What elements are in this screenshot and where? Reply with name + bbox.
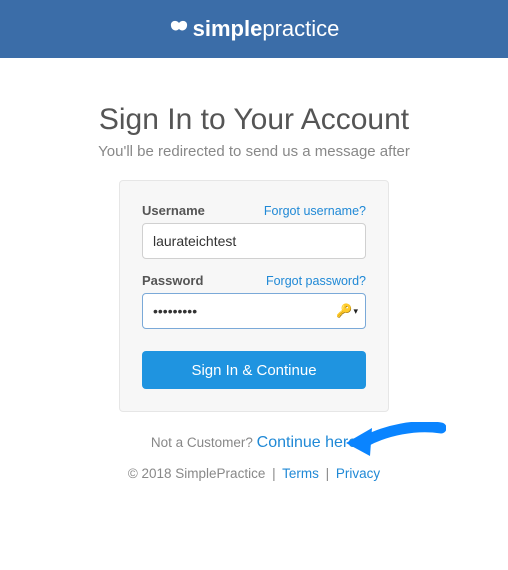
privacy-link[interactable]: Privacy [336,466,380,481]
separator: | [326,466,330,481]
brand-prefix: simple [193,16,263,41]
terms-link[interactable]: Terms [282,466,319,481]
password-group: Password Forgot password? 🔑▾ [142,273,366,329]
separator: | [272,466,276,481]
continue-here-link[interactable]: Continue here [257,434,358,451]
callout-arrow-icon [346,422,446,460]
username-label: Username [142,203,205,218]
copyright-text: © 2018 SimplePractice [128,466,266,481]
signin-card: Username Forgot username? Password Forgo… [119,180,389,412]
page-subtitle: You'll be redirected to send us a messag… [0,143,508,160]
page-content: Sign In to Your Account You'll be redire… [0,58,508,481]
page-title: Sign In to Your Account [0,103,508,137]
brand-text: simplepractice [193,16,340,42]
forgot-password-link[interactable]: Forgot password? [266,274,366,288]
forgot-username-link[interactable]: Forgot username? [264,204,366,218]
brand-suffix: practice [262,16,339,41]
password-label: Password [142,273,203,288]
footer: © 2018 SimplePractice | Terms | Privacy [0,466,508,481]
not-customer-text: Not a Customer? [151,435,257,450]
signin-button[interactable]: Sign In & Continue [142,351,366,389]
top-banner: simplepractice [0,0,508,58]
password-input[interactable] [142,293,366,329]
butterfly-icon [169,20,189,39]
brand-logo: simplepractice [169,16,340,42]
username-group: Username Forgot username? [142,203,366,259]
below-card: Not a Customer? Continue here © 2018 Sim… [0,434,508,481]
username-input[interactable] [142,223,366,259]
